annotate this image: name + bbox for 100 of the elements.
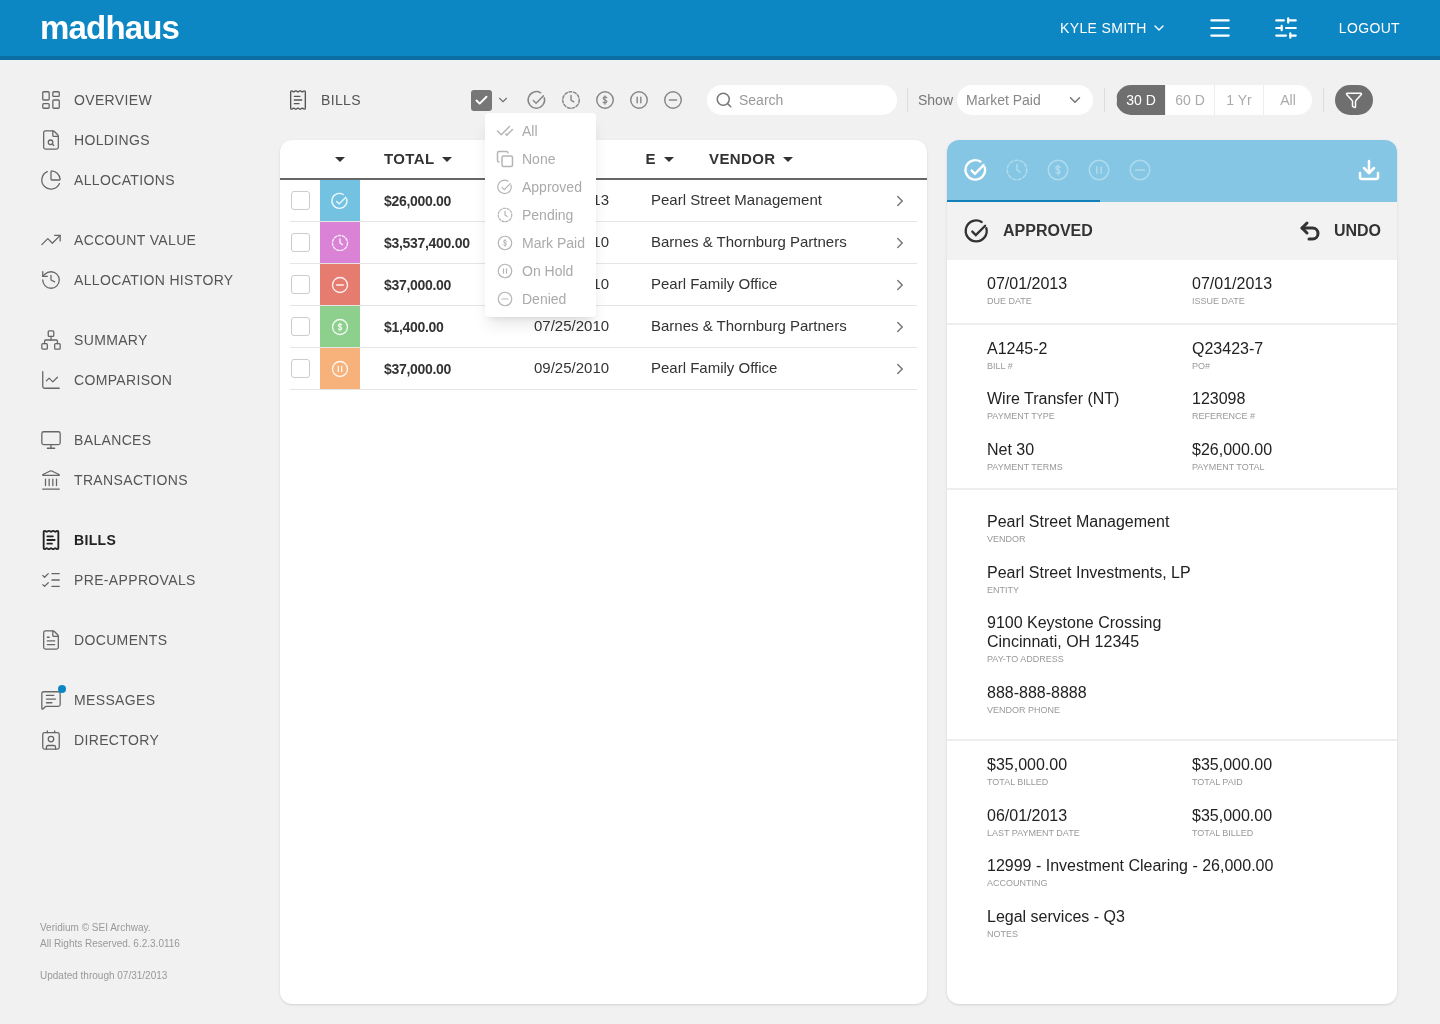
nav-icon	[40, 329, 62, 351]
nav-icon	[40, 269, 62, 291]
field-value: $35,000.00	[1192, 805, 1273, 825]
user-menu[interactable]: KYLE SMITH	[1060, 17, 1167, 39]
field-label: PO#	[1192, 359, 1210, 373]
sidebar-item[interactable]: PRE-APPROVALS	[40, 560, 280, 600]
range-tab[interactable]: 30 D	[1116, 85, 1166, 115]
pending-icon	[496, 206, 514, 224]
field-value: Wire Transfer (NT)	[987, 389, 1120, 408]
search-field[interactable]: Search	[707, 85, 897, 115]
updated-text: Updated through 07/31/2013	[40, 969, 169, 983]
row-checkbox[interactable]	[291, 233, 310, 252]
caret-icon	[335, 156, 345, 162]
field-label: DUE DATE	[987, 295, 1032, 308]
sidebar-item[interactable]: ALLOCATIONS	[40, 160, 280, 200]
sidebar-item[interactable]: HOLDINGS	[40, 120, 280, 160]
row-checkbox[interactable]	[291, 317, 310, 336]
table-cell: $37,000.00	[384, 360, 452, 377]
paid-filter-icon	[594, 89, 616, 111]
status-tab[interactable]	[1127, 157, 1153, 183]
row-checkbox[interactable]	[291, 191, 310, 210]
show-label: Show	[918, 90, 954, 110]
row-checkbox[interactable]	[291, 275, 310, 294]
nav-icon	[40, 729, 62, 751]
sidebar-item[interactable]: COMPARISON	[40, 360, 280, 400]
table-cell: $1,400.00	[384, 318, 444, 335]
paid-icon	[496, 234, 514, 252]
status-tab[interactable]	[1004, 157, 1030, 183]
field-value: A1245-2	[987, 338, 1048, 358]
column-header[interactable]: E	[645, 147, 674, 171]
denied-icon	[330, 274, 350, 295]
table-cell-text: Pearl Family Office	[651, 358, 779, 379]
field-label: PAY-TO ADDRESS	[987, 653, 1064, 666]
field-label: VENDOR	[987, 533, 1026, 546]
row-checkbox[interactable]	[291, 359, 310, 378]
copyright-text: All Rights Reserved. 6.2.3.0116	[40, 937, 181, 951]
sidebar-item[interactable]: TRANSACTIONS	[40, 460, 280, 500]
status-icon	[963, 217, 991, 245]
select-all-dropdown[interactable]	[471, 89, 510, 111]
field-label: ACCOUNTING	[987, 877, 1048, 890]
field-value: Net 30	[987, 439, 1035, 459]
table-cell-text: 07/25/2010	[534, 316, 609, 337]
logout-button[interactable]: LOGOUT	[1338, 17, 1400, 39]
status-tab[interactable]	[1086, 157, 1112, 183]
field-value: $35,000.00	[1192, 755, 1273, 774]
sort-button[interactable]	[335, 156, 345, 162]
sidebar-item[interactable]: MESSAGES	[40, 680, 280, 720]
field-value: Pearl Street Investments, LP	[987, 562, 1191, 582]
hold-filter-icon	[628, 89, 650, 111]
column-header[interactable]: TOTAL	[384, 147, 453, 171]
field-label: PAYMENT TYPE	[987, 410, 1055, 423]
filter-button[interactable]	[1335, 85, 1374, 115]
field-value: Legal services - Q3	[987, 906, 1125, 926]
field-label: NOTES	[987, 927, 1018, 941]
field-label: PAYMENT TERMS	[987, 460, 1063, 474]
status-text: APPROVED	[1003, 221, 1093, 241]
settings-icon[interactable]	[1272, 15, 1299, 41]
field-label: BILL #	[987, 359, 1013, 373]
show-select[interactable]: Market Paid	[957, 85, 1094, 115]
sidebar-item[interactable]: SUMMARY	[40, 320, 280, 360]
field-value: 06/01/2013	[987, 805, 1068, 825]
nav-icon	[40, 529, 62, 551]
search-icon	[715, 91, 733, 109]
field-value: $35,000.00	[987, 755, 1068, 774]
caret-icon	[783, 156, 794, 162]
nav-icon	[40, 689, 62, 711]
status-tab[interactable]	[1045, 157, 1071, 183]
nav-icon	[40, 629, 62, 651]
field-value: Pearl Street Management	[987, 512, 1170, 531]
table-row[interactable]: $37,000.00 09/25/2010 Pearl Family Office	[290, 348, 917, 390]
sidebar-item[interactable]: OVERVIEW	[40, 80, 280, 120]
undo-button[interactable]: UNDO	[1297, 219, 1381, 243]
table-cell-text: Barnes & Thornburg Partners	[651, 232, 848, 253]
sidebar-item[interactable]: ACCOUNT VALUE	[40, 220, 280, 260]
field-label: PAYMENT TOTAL	[1192, 460, 1265, 474]
sidebar-item[interactable]: BALANCES	[40, 420, 280, 460]
table-cell: $37,000.00	[384, 276, 452, 293]
field-label: ENTITY	[987, 583, 1019, 597]
copyright-text: Veridium © SEI Archway.	[40, 921, 152, 935]
sidebar-item[interactable]: DOCUMENTS	[40, 620, 280, 660]
pending-icon	[330, 232, 350, 253]
status-tab[interactable]	[963, 157, 989, 183]
sidebar-item[interactable]: ALLOCATION HISTORY	[40, 260, 280, 300]
sidebar-item[interactable]: BILLS	[40, 520, 280, 560]
table-cell: $3,537,400.00	[384, 234, 470, 251]
field-value: 888-888-8888	[987, 682, 1087, 702]
field-value: $26,000.00	[1192, 439, 1273, 459]
column-header[interactable]: VENDOR	[709, 147, 794, 171]
nav-icon	[40, 429, 62, 451]
table-cell: $26,000.00	[384, 192, 452, 209]
logo: madhaus	[40, 8, 180, 49]
sidebar-item[interactable]: DIRECTORY	[40, 720, 280, 760]
field-value: 123098	[1192, 389, 1246, 408]
caret-icon	[442, 156, 453, 162]
page-title: BILLS	[321, 92, 361, 108]
paid-icon	[330, 316, 350, 337]
table-row[interactable]: $1,400.00 07/25/2010 Barnes & Thornburg Partners	[290, 306, 917, 348]
download-icon[interactable]	[1357, 158, 1381, 182]
hold-icon	[330, 358, 350, 379]
denied-icon	[496, 290, 514, 308]
